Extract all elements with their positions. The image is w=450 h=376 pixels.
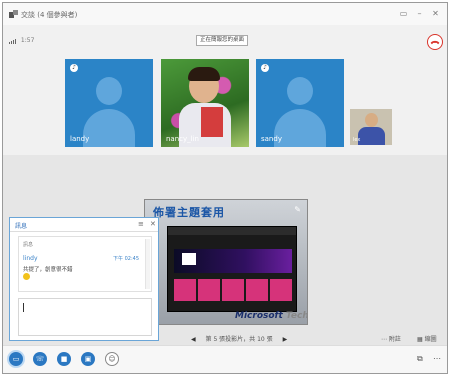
call-duration: 1:57 — [20, 37, 35, 44]
participant-tile-nancy[interactable]: nancy_lin — [161, 59, 249, 147]
im-close-button[interactable]: ✕ — [150, 221, 156, 228]
conversation-window: 交談 (4 個參與者) ▭ – ✕ 1:57 正在簡報您的桌面 ♪ landy … — [2, 2, 448, 374]
restore-button[interactable]: ▭ — [399, 9, 408, 18]
avatar-head — [96, 77, 122, 105]
browser-bar — [168, 227, 296, 235]
next-slide-button[interactable]: ▶ — [283, 336, 288, 343]
avatar-head — [287, 77, 313, 105]
pen-icon[interactable]: ✎ — [294, 205, 301, 214]
footer-product: TechNet — [285, 311, 307, 321]
slide-title: 佈署主題套用 — [153, 206, 225, 219]
thumbnails-label: 縮圖 — [424, 336, 437, 343]
call-area: 1:57 正在簡報您的桌面 ♪ landy nancy_lin ♪ sandy — [3, 25, 447, 155]
people-icon[interactable]: ☺ — [105, 352, 119, 366]
participant-name: sandy — [261, 135, 282, 143]
previous-slide-button[interactable]: ◀ — [191, 336, 196, 343]
presentation-tab[interactable]: 正在簡報您的桌面 — [196, 35, 248, 46]
notes-label: 附註 — [388, 336, 401, 343]
site-tiles — [174, 279, 292, 301]
slide-counter: 第 5 張投影片，共 10 張 — [205, 336, 273, 343]
popout-icon[interactable]: ⧉ — [417, 354, 423, 364]
close-button[interactable]: ✕ — [431, 9, 440, 18]
participant-name: landy — [70, 135, 90, 143]
chat-icon[interactable]: ▭ — [9, 352, 23, 366]
avatar-body — [83, 109, 135, 147]
photo-shirt — [358, 127, 385, 145]
presentation-slide: 佈署主題套用 ✎ Microsoft TechNet — [144, 199, 308, 325]
footer-brand: Microsoft — [235, 311, 283, 321]
photo-face — [365, 113, 378, 127]
participant-name: nancy_lin — [166, 135, 199, 143]
microphone-icon: ♪ — [261, 64, 269, 72]
photo-shirt-detail — [201, 107, 223, 137]
smiley-icon — [23, 273, 30, 280]
im-timestamp: 下午 02:45 — [113, 256, 139, 262]
participant-name: lex — [353, 137, 361, 143]
participant-tile-sandy[interactable]: ♪ sandy — [256, 59, 344, 147]
video-icon[interactable]: ■ — [57, 352, 71, 366]
participant-tile-landy[interactable]: ♪ landy — [65, 59, 153, 147]
app-icon — [9, 10, 18, 18]
phone-icon[interactable]: ☏ — [33, 352, 47, 366]
im-sender: lindy — [23, 255, 38, 262]
slide-footer: Microsoft TechNet — [235, 311, 307, 321]
im-menu-button[interactable]: ≡ — [138, 221, 144, 228]
participant-tile-lex[interactable]: lex — [350, 109, 392, 145]
im-title: 訊息 — [15, 223, 28, 230]
signal-icon — [9, 37, 17, 44]
bottom-toolbar: ▭ ☏ ■ ▣ ☺ ⧉ ⋯ — [3, 345, 447, 373]
slide-screenshot — [167, 226, 297, 312]
notes-button[interactable]: ⋯ 附註 — [381, 334, 401, 343]
more-options-icon[interactable]: ⋯ — [433, 354, 441, 363]
present-icon[interactable]: ▣ — [81, 352, 95, 366]
windows-logo-icon — [182, 253, 196, 265]
title-bar: 交談 (4 個參與者) ▭ – ✕ — [3, 3, 447, 25]
im-input[interactable] — [18, 298, 152, 336]
im-header: 訊息 ≡ ✕ — [10, 218, 158, 232]
hang-up-button[interactable] — [427, 34, 443, 50]
photo-hair — [188, 67, 220, 81]
im-history: 訊息 lindy 下午 02:45 共提了，創意很不錯 — [18, 236, 152, 292]
slide-pager: ◀ 第 5 張投影片，共 10 張 ▶ — [183, 334, 295, 343]
minimize-button[interactable]: – — [415, 9, 424, 18]
im-panel: 訊息 ≡ ✕ 訊息 lindy 下午 02:45 共提了，創意很不錯 — [9, 217, 159, 341]
thumbnails-button[interactable]: ▦ 縮圖 — [417, 334, 437, 343]
im-section-label: 訊息 — [23, 242, 34, 248]
text-caret — [23, 303, 24, 312]
window-title: 交談 (4 個參與者) — [21, 11, 78, 19]
im-scrollbar[interactable] — [145, 239, 150, 289]
im-message: 共提了，創意很不錯 — [23, 267, 73, 273]
microphone-icon: ♪ — [70, 64, 78, 72]
call-status: 1:57 — [9, 37, 34, 44]
